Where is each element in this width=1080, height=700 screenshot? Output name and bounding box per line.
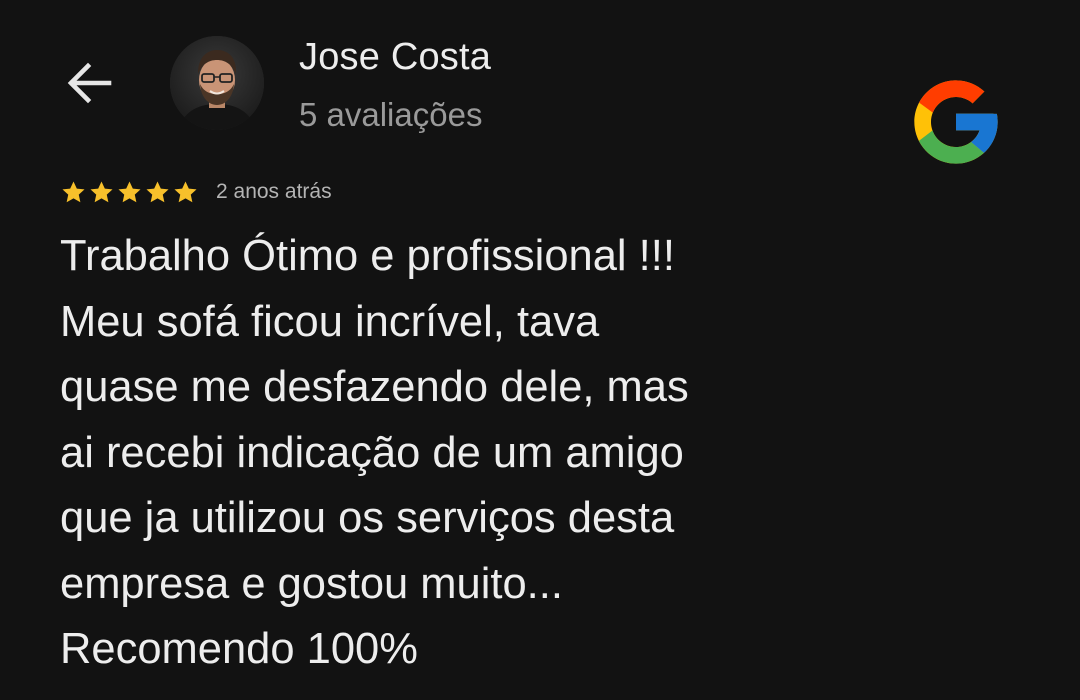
star-icon (146, 180, 169, 202)
star-rating (60, 179, 200, 206)
star-icon (118, 180, 141, 202)
avatar[interactable] (170, 36, 264, 130)
star-icon (62, 180, 85, 202)
star-icon (90, 180, 113, 202)
back-button[interactable] (62, 56, 116, 110)
review-count[interactable]: 5 avaliações (299, 96, 482, 134)
review-date: 2 anos atrás (216, 180, 332, 203)
reviewer-name[interactable]: Jose Costa (299, 36, 491, 79)
avatar-photo-icon (170, 36, 264, 130)
review-text: Trabalho Ótimo e profissional !!! Meu so… (60, 232, 689, 673)
star-icon (174, 180, 197, 202)
google-logo-icon (906, 72, 1006, 172)
arrow-left-icon (67, 62, 112, 104)
rating-row: 2 anos atrás (60, 176, 332, 208)
